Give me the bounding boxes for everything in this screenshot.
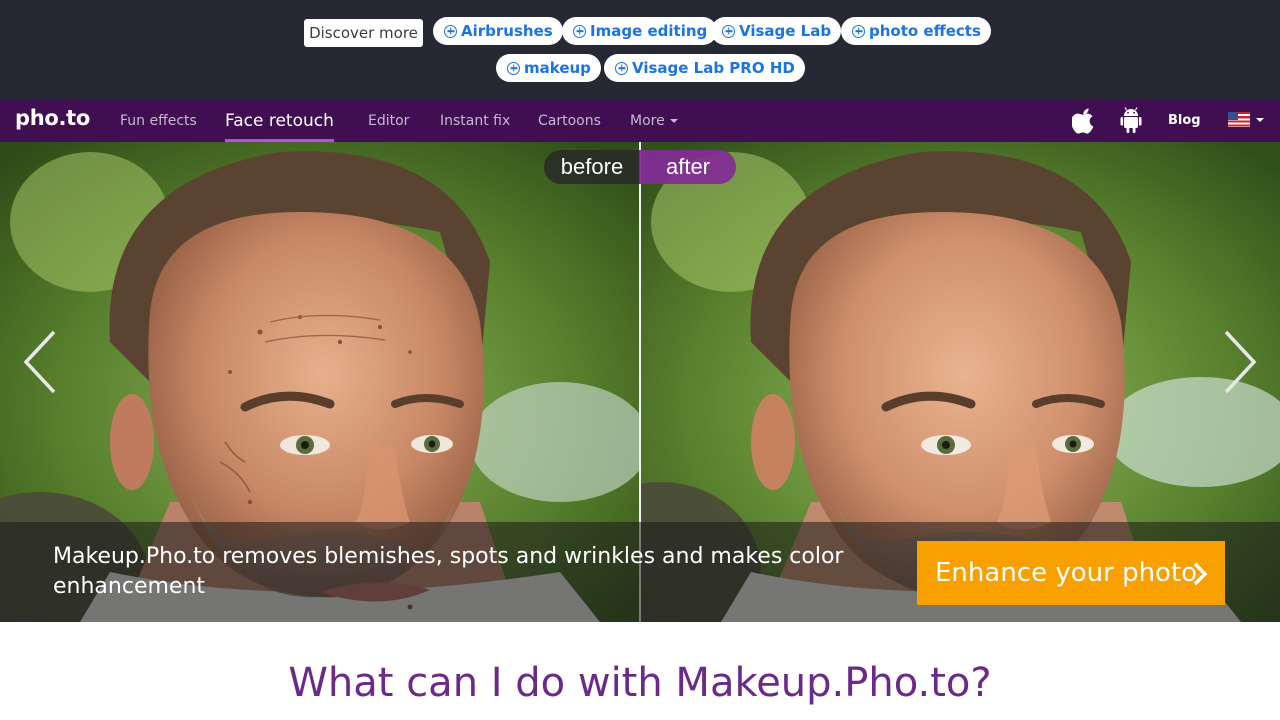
enhance-photo-button[interactable]: Enhance your photo <box>917 541 1225 605</box>
nav-item-more[interactable]: More <box>630 99 678 142</box>
nav-item-editor[interactable]: Editor <box>368 99 409 142</box>
nav-item-instant-fix[interactable]: Instant fix <box>440 99 510 142</box>
before-after-slider[interactable]: before after Makeup.Pho.to removes blemi… <box>0 142 1280 622</box>
section-title: What can I do with Makeup.Pho.to? <box>288 660 992 706</box>
main-nav: pho.to Fun effects Face retouch Editor I… <box>0 99 1280 142</box>
chip-label: Visage Lab <box>739 22 832 40</box>
chip-label: Image editing <box>590 22 708 40</box>
nav-blog-link[interactable]: Blog <box>1168 99 1201 142</box>
nav-item-face-retouch[interactable]: Face retouch <box>225 99 334 142</box>
chip-label: makeup <box>524 59 591 77</box>
plus-circle-icon <box>722 24 735 38</box>
android-icon[interactable] <box>1120 107 1142 134</box>
caret-down-icon <box>669 118 678 123</box>
chip-airbrushes[interactable]: Airbrushes <box>433 17 563 45</box>
chip-label: Airbrushes <box>461 22 553 40</box>
discover-more-label: Discover more <box>304 19 423 47</box>
chip-visage-lab-pro-hd[interactable]: Visage Lab PRO HD <box>604 54 805 82</box>
nav-item-cartoons[interactable]: Cartoons <box>538 99 601 142</box>
discover-bar: Discover more Airbrushes Image editing V… <box>0 0 1280 99</box>
language-selector[interactable] <box>1228 112 1264 127</box>
plus-circle-icon <box>507 61 520 75</box>
plus-circle-icon <box>444 24 457 38</box>
chip-label: Visage Lab PRO HD <box>632 59 795 77</box>
enhance-photo-label: Enhance your photo <box>935 558 1198 588</box>
us-flag-icon <box>1228 112 1250 127</box>
hero-caption: Makeup.Pho.to removes blemishes, spots a… <box>53 544 844 599</box>
chip-photo-effects[interactable]: photo effects <box>841 17 991 45</box>
chevron-left-icon[interactable] <box>22 330 58 394</box>
chevron-right-icon <box>1193 562 1208 586</box>
chip-makeup[interactable]: makeup <box>496 54 601 82</box>
chip-visage-lab[interactable]: Visage Lab <box>711 17 842 45</box>
chevron-right-icon[interactable] <box>1222 330 1258 394</box>
caret-down-icon <box>1256 117 1264 122</box>
after-label: after <box>640 150 736 184</box>
plus-circle-icon <box>852 24 865 38</box>
plus-circle-icon <box>573 24 586 38</box>
site-logo[interactable]: pho.to <box>15 106 90 130</box>
nav-more-label: More <box>630 112 665 129</box>
apple-icon[interactable] <box>1072 108 1096 134</box>
before-label: before <box>544 150 640 184</box>
nav-item-fun-effects[interactable]: Fun effects <box>120 99 197 142</box>
plus-circle-icon <box>615 61 628 75</box>
chip-image-editing[interactable]: Image editing <box>562 17 718 45</box>
chip-label: photo effects <box>869 22 981 40</box>
